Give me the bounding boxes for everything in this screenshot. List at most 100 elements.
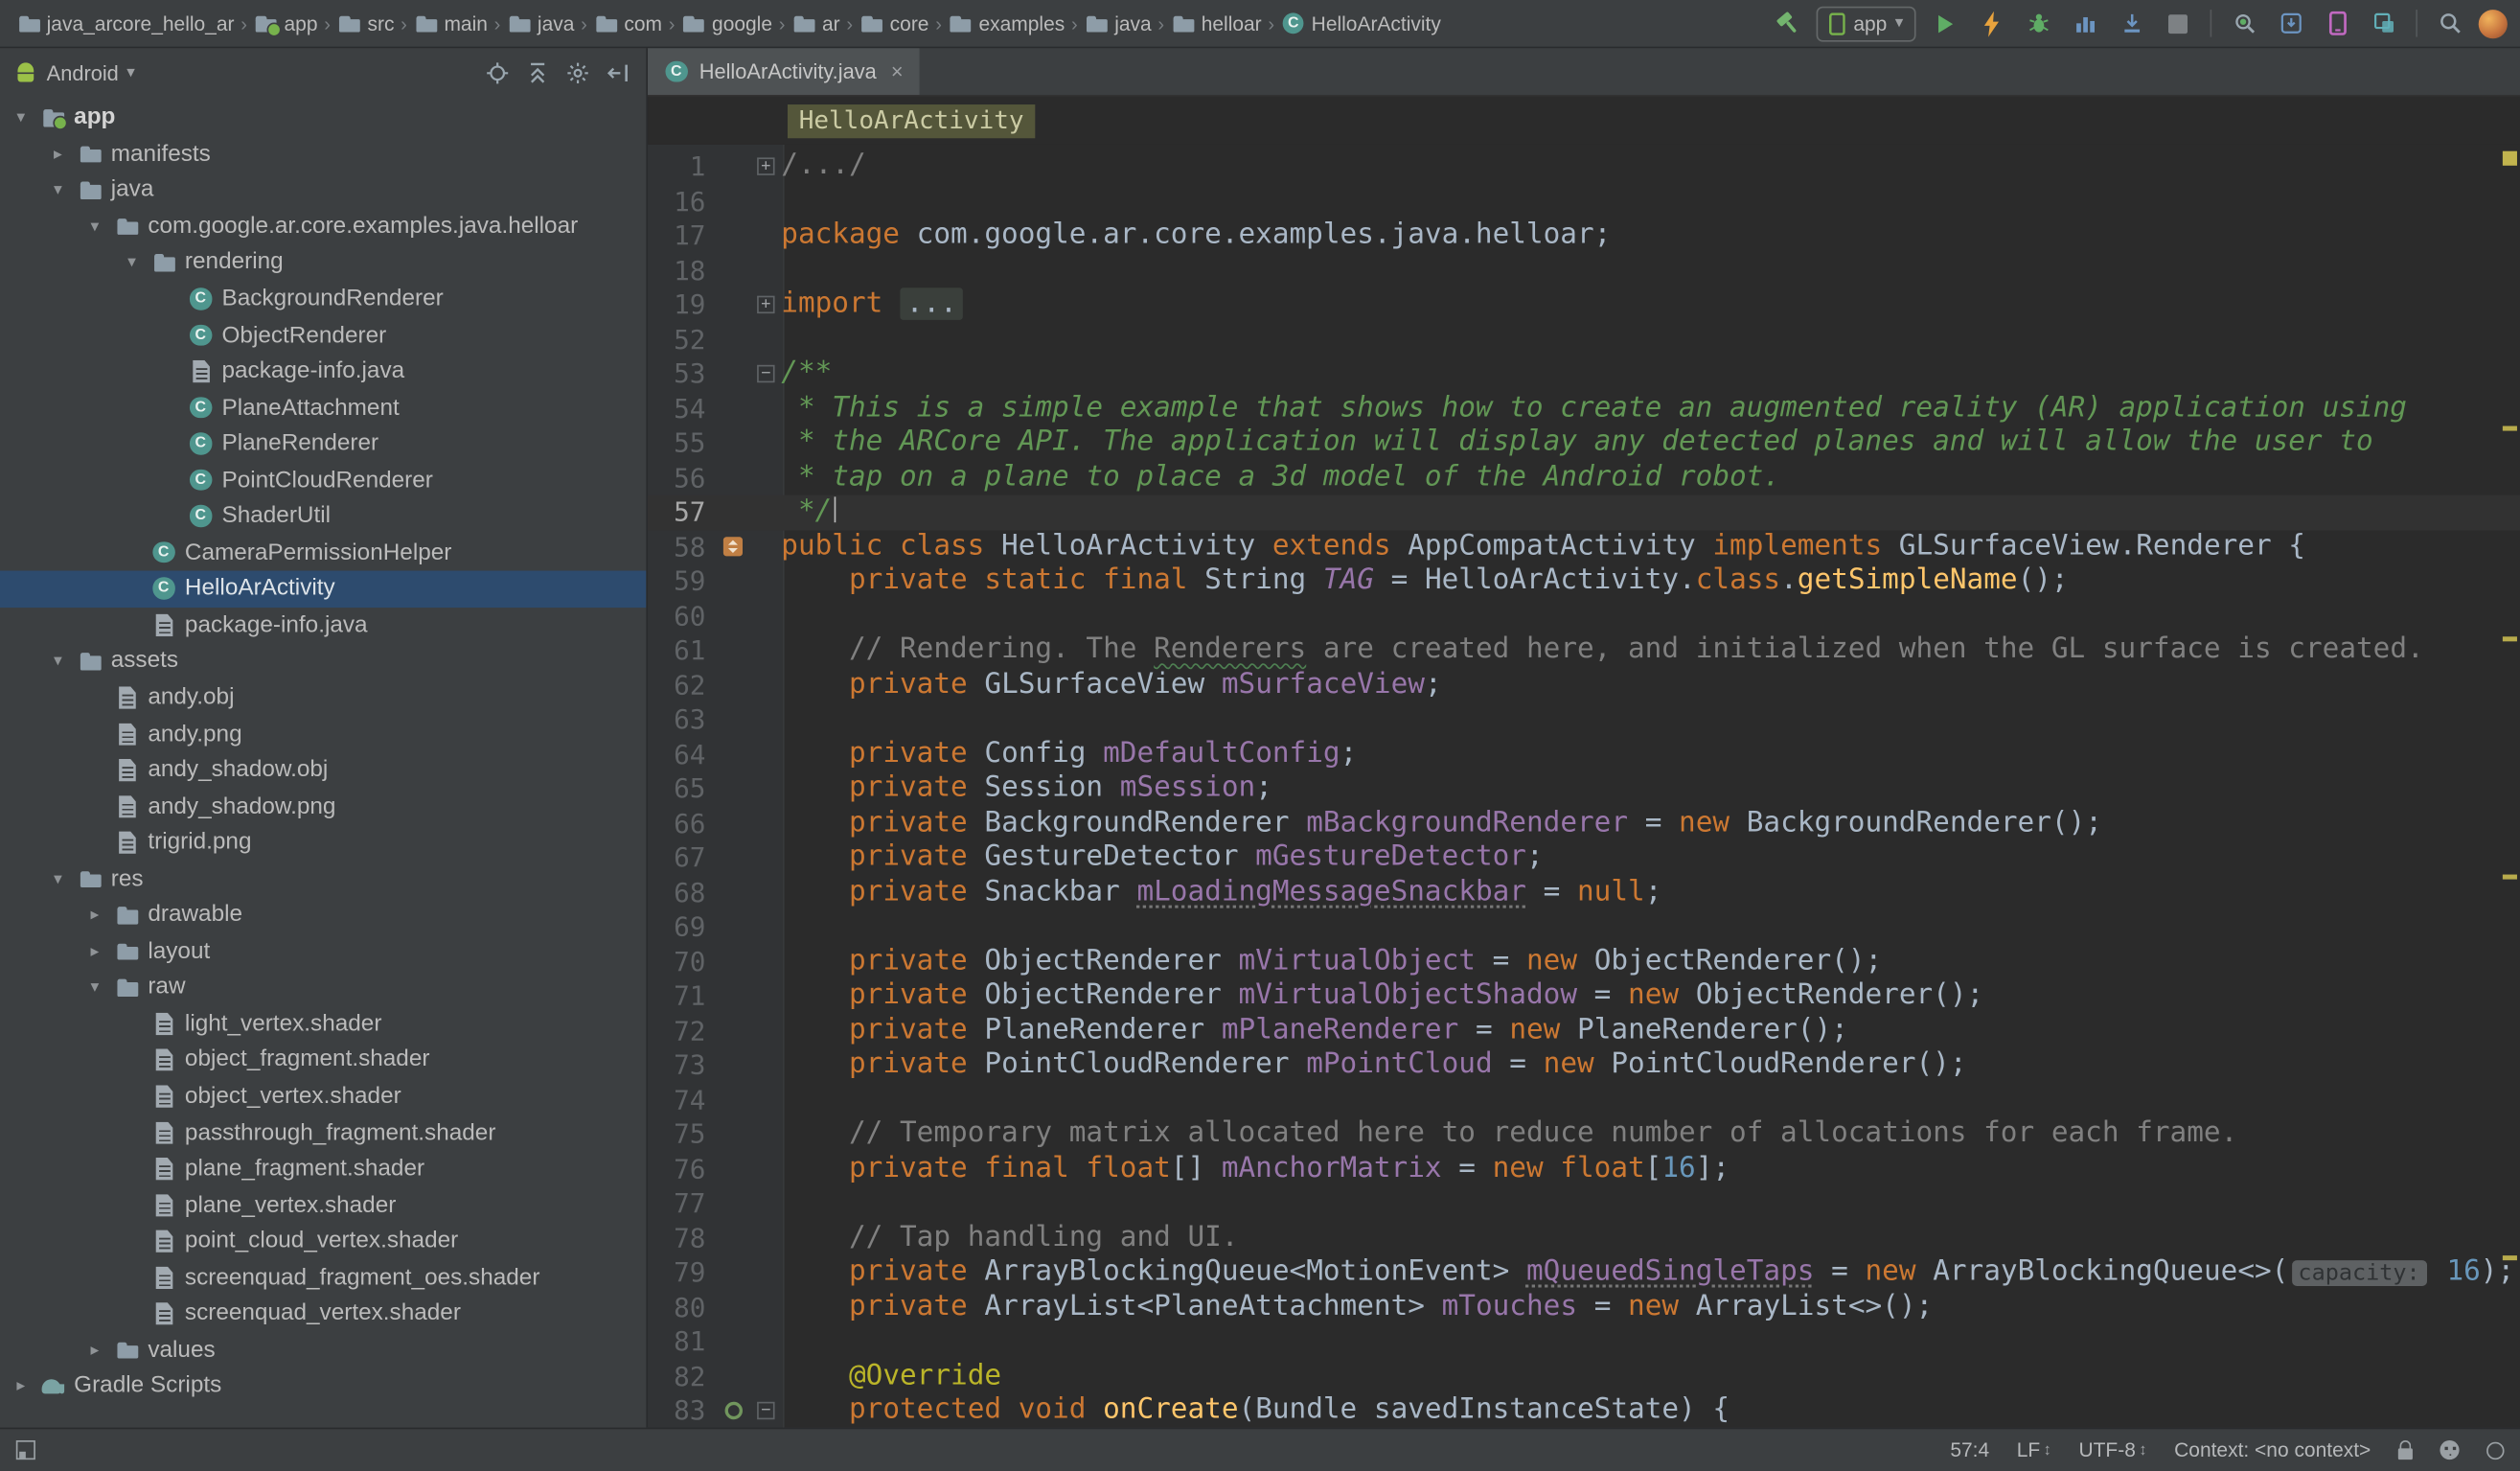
breadcrumb-item-helloaractivity[interactable]: HelloArActivity bbox=[1277, 9, 1444, 37]
code-line-78[interactable]: 78 // Tap handling and UI. bbox=[648, 1221, 2520, 1255]
code-line-62[interactable]: 62 private GLSurfaceView mSurfaceView; bbox=[648, 668, 2520, 702]
code-line-79[interactable]: 79 private ArrayBlockingQueue<MotionEven… bbox=[648, 1255, 2520, 1290]
implementing-interface-marker-icon[interactable] bbox=[715, 538, 750, 557]
tree-item-camerapermissionhelper[interactable]: CameraPermissionHelper bbox=[0, 535, 646, 571]
code-line-75[interactable]: 75 // Temporary matrix allocated here to… bbox=[648, 1117, 2520, 1152]
code-line-72[interactable]: 72 private PlaneRenderer mPlaneRenderer … bbox=[648, 1014, 2520, 1048]
tree-item-object-vertex-shader[interactable]: object_vertex.shader bbox=[0, 1078, 646, 1115]
project-view-selector[interactable]: Android bbox=[47, 60, 119, 84]
tree-item-object-fragment-shader[interactable]: object_fragment.shader bbox=[0, 1042, 646, 1078]
fold-toggle-icon[interactable]: + bbox=[750, 158, 781, 175]
fold-toggle-icon[interactable]: + bbox=[750, 296, 781, 313]
tree-collapsed-arrow-icon[interactable]: ▸ bbox=[10, 1377, 32, 1396]
close-icon[interactable]: × bbox=[891, 59, 904, 83]
breadcrumb-item-examples[interactable]: examples bbox=[945, 9, 1067, 37]
warning-stripe-mark[interactable] bbox=[2502, 426, 2516, 431]
code-line-83[interactable]: 83− protected void onCreate(Bundle saved… bbox=[648, 1393, 2520, 1427]
tree-item-passthrough-fragment-shader[interactable]: passthrough_fragment.shader bbox=[0, 1115, 646, 1151]
code-line-80[interactable]: 80 private ArrayList<PlaneAttachment> mT… bbox=[648, 1290, 2520, 1324]
code-line-55[interactable]: 55 * the ARCore API. The application wil… bbox=[648, 426, 2520, 461]
collapse-all-icon[interactable] bbox=[521, 57, 554, 89]
breadcrumb-item-src[interactable]: src bbox=[333, 9, 398, 37]
code-line-76[interactable]: 76 private final float[] mAnchorMatrix =… bbox=[648, 1152, 2520, 1186]
context-widget[interactable]: Context: <no context> bbox=[2174, 1438, 2371, 1460]
stop-button[interactable] bbox=[2161, 6, 2196, 41]
code-line-69[interactable]: 69 bbox=[648, 909, 2520, 944]
tree-item-screenquad-vertex-shader[interactable]: screenquad_vertex.shader bbox=[0, 1296, 646, 1332]
warning-stripe-mark[interactable] bbox=[2502, 875, 2516, 880]
tree-item-plane-fragment-shader[interactable]: plane_fragment.shader bbox=[0, 1151, 646, 1187]
breadcrumb-item-ar[interactable]: ar bbox=[789, 9, 843, 37]
breadcrumb-item-com[interactable]: com bbox=[590, 9, 665, 37]
tree-item-gradle-scripts[interactable]: ▸Gradle Scripts bbox=[0, 1368, 646, 1405]
warning-stripe-mark[interactable] bbox=[2502, 636, 2516, 641]
tree-item-drawable[interactable]: ▸drawable bbox=[0, 897, 646, 933]
tree-expanded-arrow-icon[interactable]: ▾ bbox=[121, 253, 143, 272]
tree-item-andy-shadow-obj[interactable]: andy_shadow.obj bbox=[0, 752, 646, 789]
code-line-1[interactable]: 1+/.../ bbox=[648, 149, 2520, 184]
tree-expanded-arrow-icon[interactable]: ▾ bbox=[83, 978, 105, 998]
tree-item-andy-png[interactable]: andy.png bbox=[0, 716, 646, 752]
search-everywhere-icon[interactable] bbox=[2432, 6, 2467, 41]
sdk-manager-icon[interactable] bbox=[2273, 6, 2308, 41]
tree-item-java[interactable]: ▾java bbox=[0, 172, 646, 209]
attach-debugger-icon[interactable] bbox=[2114, 6, 2149, 41]
code-line-71[interactable]: 71 private ObjectRenderer mVirtualObject… bbox=[648, 979, 2520, 1014]
caret-position-widget[interactable]: 57:4 bbox=[1950, 1438, 1989, 1460]
editor-tab-helloaractivity[interactable]: HelloArActivity.java × bbox=[648, 48, 919, 95]
code-line-60[interactable]: 60 bbox=[648, 599, 2520, 633]
hide-panel-icon[interactable] bbox=[601, 57, 633, 89]
tree-item-planerenderer[interactable]: PlaneRenderer bbox=[0, 425, 646, 462]
tree-collapsed-arrow-icon[interactable]: ▸ bbox=[83, 1341, 105, 1360]
tree-item-light-vertex-shader[interactable]: light_vertex.shader bbox=[0, 1006, 646, 1043]
code-line-56[interactable]: 56 * tap on a plane to place a 3d model … bbox=[648, 461, 2520, 495]
code-line-82[interactable]: 82 @Override bbox=[648, 1359, 2520, 1393]
code-line-68[interactable]: 68 private Snackbar mLoadingMessageSnack… bbox=[648, 875, 2520, 909]
overriding-method-marker-icon[interactable] bbox=[715, 1402, 750, 1419]
tree-expanded-arrow-icon[interactable]: ▾ bbox=[47, 180, 69, 199]
tree-item-screenquad-fragment-oes-shader[interactable]: screenquad_fragment_oes.shader bbox=[0, 1259, 646, 1296]
tree-item-package-info-java[interactable]: package-info.java bbox=[0, 354, 646, 390]
breadcrumb-item-helloar[interactable]: helloar bbox=[1167, 9, 1265, 37]
tree-item-assets[interactable]: ▾assets bbox=[0, 643, 646, 679]
code-line-52[interactable]: 52 bbox=[648, 322, 2520, 356]
tree-item-com-google-ar-core-examples-java-helloar[interactable]: ▾com.google.ar.core.examples.java.helloa… bbox=[0, 208, 646, 244]
highlighting-level-icon[interactable] bbox=[2440, 1440, 2459, 1460]
profiler-icon[interactable] bbox=[2067, 6, 2102, 41]
user-avatar[interactable] bbox=[2479, 9, 2508, 37]
code-line-17[interactable]: 17package com.google.ar.core.examples.ja… bbox=[648, 218, 2520, 253]
device-manager-icon[interactable] bbox=[2320, 6, 2355, 41]
code-line-54[interactable]: 54 * This is a simple example that shows… bbox=[648, 391, 2520, 425]
tree-collapsed-arrow-icon[interactable]: ▸ bbox=[83, 942, 105, 961]
run-button[interactable] bbox=[1927, 6, 1962, 41]
layout-inspector-icon[interactable] bbox=[2366, 6, 2401, 41]
encoding-widget[interactable]: UTF-8 ↕ bbox=[2078, 1438, 2146, 1460]
tree-expanded-arrow-icon[interactable]: ▾ bbox=[83, 217, 105, 236]
code-line-16[interactable]: 16 bbox=[648, 184, 2520, 218]
fold-toggle-icon[interactable]: − bbox=[750, 365, 781, 382]
tree-item-shaderutil[interactable]: ShaderUtil bbox=[0, 498, 646, 535]
readonly-lock-icon[interactable] bbox=[2398, 1448, 2413, 1460]
tree-item-andy-shadow-png[interactable]: andy_shadow.png bbox=[0, 789, 646, 825]
code-line-66[interactable]: 66 private BackgroundRenderer mBackgroun… bbox=[648, 806, 2520, 840]
tree-item-app[interactable]: ▾app bbox=[0, 100, 646, 136]
tree-expanded-arrow-icon[interactable]: ▾ bbox=[47, 652, 69, 671]
tree-item-values[interactable]: ▸values bbox=[0, 1332, 646, 1368]
code-line-61[interactable]: 61 // Rendering. The Renderers are creat… bbox=[648, 633, 2520, 668]
tree-item-andy-obj[interactable]: andy.obj bbox=[0, 679, 646, 716]
apply-changes-icon[interactable] bbox=[1974, 6, 2009, 41]
fold-toggle-icon[interactable]: − bbox=[750, 1402, 781, 1419]
breadcrumb-item-core[interactable]: core bbox=[856, 9, 931, 37]
breadcrumb-item-java[interactable]: java bbox=[504, 9, 578, 37]
build-hammer-icon[interactable] bbox=[1770, 6, 1805, 41]
tree-item-raw[interactable]: ▾raw bbox=[0, 970, 646, 1006]
tree-item-rendering[interactable]: ▾rendering bbox=[0, 244, 646, 281]
code-line-77[interactable]: 77 bbox=[648, 1186, 2520, 1221]
run-configuration-selector[interactable]: app ▾ bbox=[1817, 6, 1916, 41]
settings-gear-icon[interactable] bbox=[561, 57, 593, 89]
locate-file-icon[interactable] bbox=[481, 57, 514, 89]
tree-item-layout[interactable]: ▸layout bbox=[0, 933, 646, 970]
warning-stripe-mark[interactable] bbox=[2502, 1255, 2516, 1260]
attach-to-process-icon[interactable] bbox=[2226, 6, 2261, 41]
tree-item-manifests[interactable]: ▸manifests bbox=[0, 136, 646, 172]
